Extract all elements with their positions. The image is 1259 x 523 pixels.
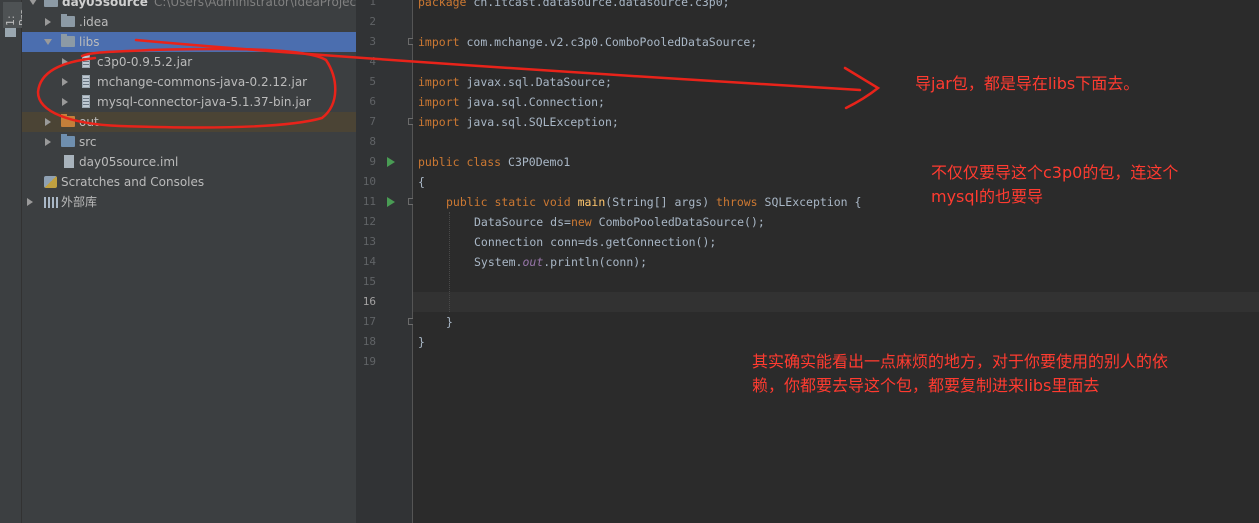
annotation-arrow-line	[134, 38, 862, 92]
annotation-note-dependency: 其实确实能看出一点麻烦的地方，对于你要使用的别人的依 赖，你都要去导这个包，都要…	[752, 350, 1168, 398]
annotation-note-mysql-line1: 不仅仅要导这个c3p0的包，连这个	[931, 163, 1179, 182]
annotation-note-mysql: 不仅仅要导这个c3p0的包，连这个 mysql的也要导	[931, 161, 1178, 209]
annotation-note-jar: 导jar包，都是导在libs下面去。	[915, 74, 1140, 93]
annotation-circle	[36, 47, 337, 129]
annotation-note-mysql-line2: mysql的也要导	[931, 187, 1043, 206]
annotation-note-dependency-line1: 其实确实能看出一点麻烦的地方，对于你要使用的别人的依	[752, 352, 1169, 371]
annotation-arrow-head	[843, 66, 881, 110]
annotation-note-dependency-line2: 赖，你都要去导这个包，都要复制进来libs里面去	[752, 376, 1100, 395]
